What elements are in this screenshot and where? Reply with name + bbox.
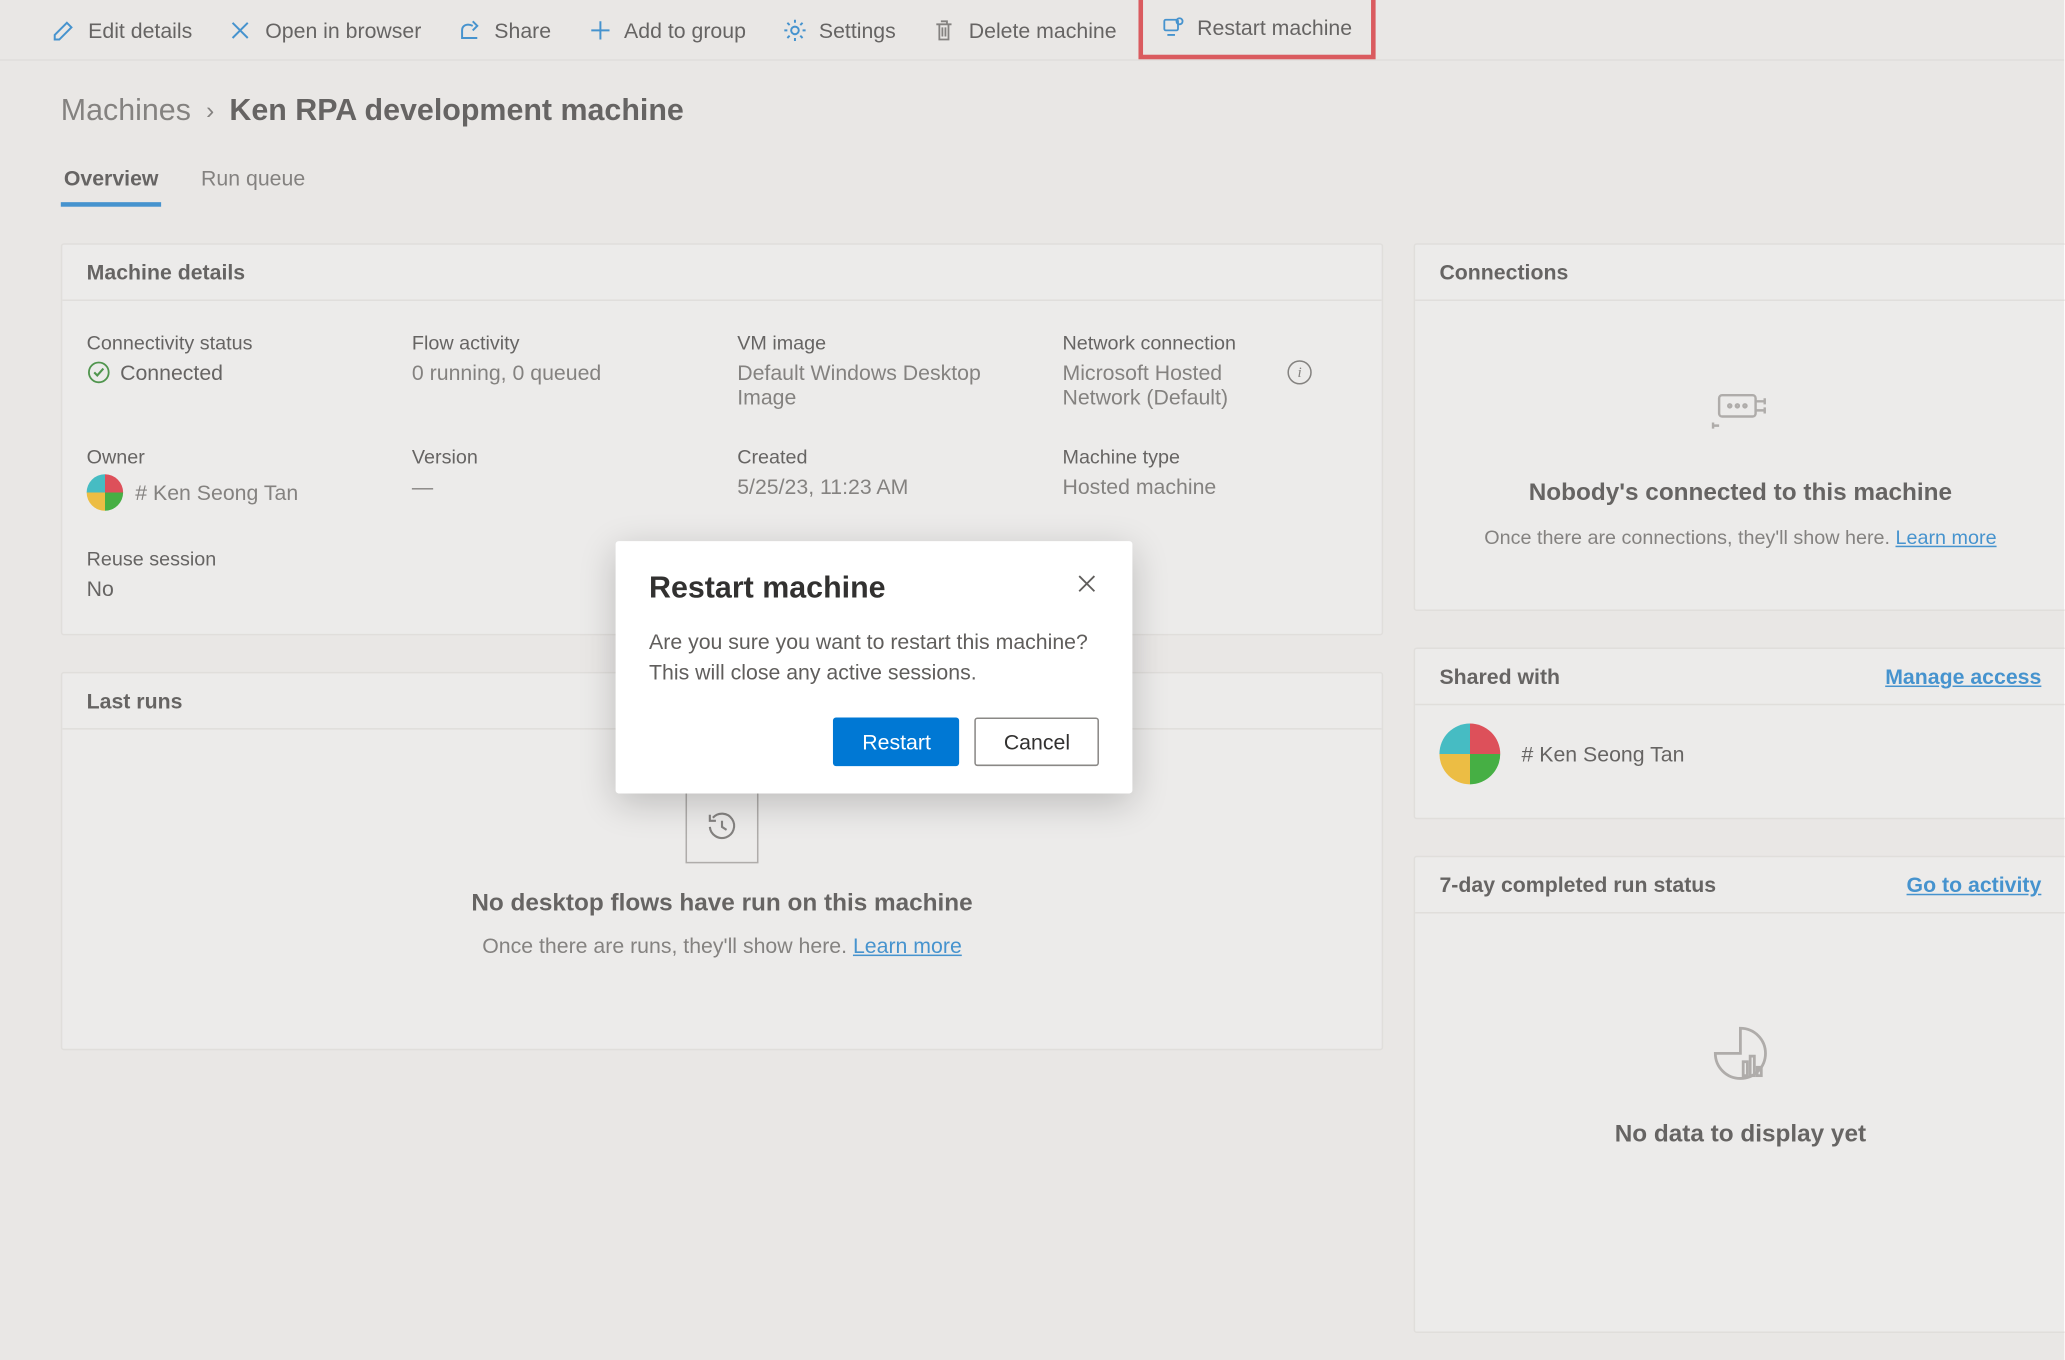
close-icon[interactable] — [1075, 572, 1099, 596]
restart-confirm-dialog: Restart machine Are you sure you want to… — [616, 541, 1133, 794]
dialog-message: Are you sure you want to restart this ma… — [649, 628, 1099, 688]
cancel-button[interactable]: Cancel — [975, 718, 1099, 767]
dialog-title: Restart machine — [649, 572, 886, 607]
restart-confirm-button[interactable]: Restart — [833, 718, 959, 767]
modal-overlay: Restart machine Are you sure you want to… — [0, 0, 2064, 1360]
